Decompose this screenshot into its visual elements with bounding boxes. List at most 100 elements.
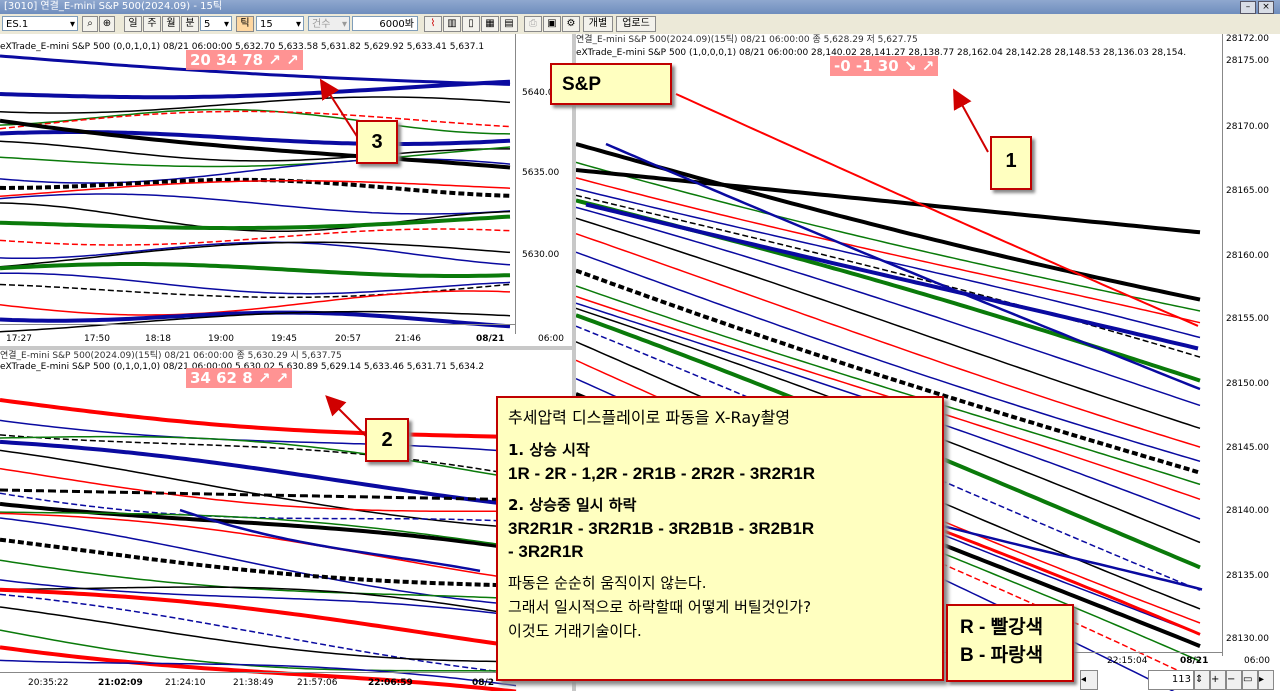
search-icon[interactable]: ⌕	[82, 16, 98, 32]
x-tick-label: 06:00	[538, 334, 564, 344]
info-sequence-2b: - 3R2R1R	[508, 542, 584, 561]
save-icon[interactable]: ▣	[543, 16, 561, 32]
ma-line	[0, 398, 517, 440]
window-title: [3010] 연결_E-mini S&P 500(2024.09) - 15틱	[4, 1, 223, 12]
trend-pressure-badge: -0 -1 30 ↘ ↗	[830, 56, 939, 76]
x-tick-label: 21:02:09	[98, 678, 143, 688]
x-tick-label: 08/2	[472, 678, 495, 688]
tick-value: 15	[260, 19, 273, 30]
color-legend-box: R - 빨강색 B - 파랑색	[946, 604, 1074, 682]
pane1-lines	[0, 54, 511, 333]
candle-chart-icon[interactable]: ▯	[462, 16, 480, 32]
period-month-button[interactable]: 월	[162, 16, 180, 32]
y-tick-label: 28160.00	[1226, 251, 1269, 261]
scroll-left-icon[interactable]: ◂	[1080, 670, 1098, 690]
y-tick-label: 28170.00	[1226, 122, 1269, 132]
callout-1: 1	[990, 136, 1032, 190]
pane2-lines	[0, 398, 517, 691]
bars-count-input[interactable]: 6000봐	[352, 16, 418, 31]
scroll-value-input[interactable]: 113	[1148, 670, 1194, 690]
y-tick-label: 28155.00	[1226, 314, 1269, 324]
chevron-down-icon: ▾	[223, 19, 229, 30]
period-tick-button[interactable]: 틱	[236, 16, 254, 32]
ma-line	[585, 202, 1199, 351]
symbol-select[interactable]: ES.1 ▾	[2, 16, 78, 31]
x-tick-label: 08/21	[1180, 656, 1209, 666]
grid-icon[interactable]: ▤	[500, 16, 518, 32]
ma-line	[576, 161, 1201, 312]
explanation-box: 추세압력 디스플레이로 파동을 X-Ray촬영 1. 상승 시작 1R - 2R…	[496, 396, 944, 681]
x-tick-label: 20:57	[335, 334, 361, 344]
line-chart-icon[interactable]: ⌇	[424, 16, 442, 32]
tick-value-select[interactable]: 15 ▾	[256, 16, 304, 31]
fit-icon[interactable]: ▭	[1242, 670, 1258, 690]
trend-pressure-badge: 34 62 8 ↗ ↗	[186, 368, 293, 388]
ma-line	[0, 79, 511, 100]
x-tick-label: 21:46	[395, 334, 421, 344]
trend-pressure-badge: 20 34 78 ↗ ↗	[186, 50, 303, 70]
count-label: 건수	[312, 19, 331, 30]
window-titlebar: [3010] 연결_E-mini S&P 500(2024.09) - 15틱 …	[0, 0, 1280, 14]
y-tick-label: 28175.00	[1226, 56, 1269, 66]
indicator-icon[interactable]: ▦	[481, 16, 499, 32]
ma-line	[0, 283, 511, 299]
minute-value-select[interactable]: 5 ▾	[200, 16, 232, 31]
x-tick-label: 19:45	[271, 334, 297, 344]
x-axis-line	[0, 324, 515, 325]
legend-red: R - 빨강색	[960, 617, 1044, 638]
ma-line	[0, 241, 511, 266]
info-sequence-2a: 3R2R1R - 3R2R1B - 3R2B1B - 3R2B1R	[508, 519, 815, 538]
chart-toolbar: ES.1 ▾ ⌕ ⊕ 일 주 월 분 5 ▾ 틱 15 ▾ 건수 ▾ 6000봐 ⌇ ▥…	[0, 14, 1280, 35]
y-axis-line	[1222, 34, 1223, 656]
count-select[interactable]: 건수 ▾	[308, 16, 350, 31]
sp-label: S&P	[550, 63, 672, 105]
chart-pane-2[interactable]: 연결_E-mini S&P 500(2024.09)(15틱) 08/21 06…	[0, 350, 572, 691]
upload-button[interactable]: 업로드	[616, 16, 656, 32]
y-tick-label: 28135.00	[1226, 571, 1269, 581]
bar-chart-icon[interactable]: ▥	[443, 16, 461, 32]
zoom-icon[interactable]: ⊕	[99, 16, 115, 32]
zoom-in-icon[interactable]: +	[1210, 670, 1226, 690]
x-tick-label: 06:00	[1244, 656, 1270, 666]
callout-2: 2	[365, 418, 409, 462]
settings-icon[interactable]: ⚙	[562, 16, 580, 32]
period-day-button[interactable]: 일	[124, 16, 142, 32]
info-headline: 추세압력 디스플레이로 파동을 X-Ray촬영	[508, 408, 791, 427]
each-button[interactable]: 개별	[583, 16, 613, 32]
x-tick-label: 17:27	[6, 334, 32, 344]
x-tick-label: 19:00	[208, 334, 234, 344]
y-tick-label: 28140.00	[1226, 506, 1269, 516]
close-button[interactable]: ×	[1258, 1, 1274, 14]
scroll-right-icon[interactable]: ▸	[1258, 670, 1274, 690]
chevron-down-icon: ▾	[341, 19, 347, 30]
period-minute-button[interactable]: 분	[181, 16, 199, 32]
spinner-icon[interactable]: ⇕	[1194, 670, 1210, 690]
y-tick-label: 28145.00	[1226, 443, 1269, 453]
x-tick-label: 08/21	[476, 334, 505, 344]
zoom-out-icon[interactable]: −	[1226, 670, 1242, 690]
chart-pane-1[interactable]: eXTrade_E-mini S&P 500 (0,0,1,0,1) 08/21…	[0, 34, 572, 346]
x-axis-line	[0, 672, 520, 673]
symbol-value: ES.1	[6, 19, 29, 30]
x-tick-label: 17:50	[84, 334, 110, 344]
period-week-button[interactable]: 주	[143, 16, 161, 32]
print-icon[interactable]: ⎙	[524, 16, 542, 32]
ma-line	[0, 467, 516, 513]
ma-line	[0, 193, 511, 215]
y-tick-label: 28150.00	[1226, 379, 1269, 389]
info-paragraph-3: 이것도 거래기술이다.	[508, 622, 642, 640]
y-axis-line	[515, 34, 516, 334]
x-tick-label: 21:24:10	[165, 678, 206, 688]
y-tick-label: 5635.00	[522, 168, 560, 178]
y-tick-label: 28165.00	[1226, 186, 1269, 196]
y-tick-label: 28130.00	[1226, 634, 1269, 644]
ma-line	[0, 435, 517, 480]
ma-line	[0, 130, 511, 146]
ma-line	[0, 110, 511, 130]
y-tick-label: 5630.00	[522, 250, 560, 260]
info-paragraph-2: 그래서 일시적으로 하락할때 어떻게 버틸것인가?	[508, 598, 812, 616]
minimize-button[interactable]: –	[1240, 1, 1256, 14]
x-tick-label: 21:57:06	[297, 678, 338, 688]
x-tick-label: 22:06:59	[368, 678, 413, 688]
x-tick-label: 20:35:22	[28, 678, 69, 688]
